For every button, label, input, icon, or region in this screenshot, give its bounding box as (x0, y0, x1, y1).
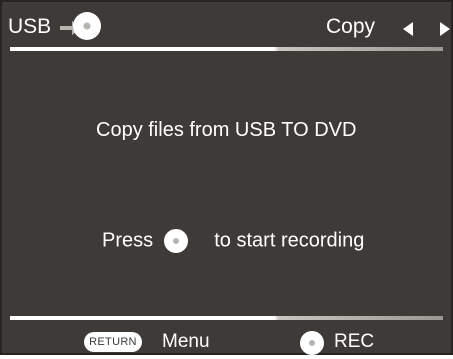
instruction-message: Copy files from USB TO DVD (96, 119, 357, 141)
triangle-right-icon[interactable] (438, 21, 452, 37)
press-prefix: Press (102, 229, 154, 252)
triangle-left-icon[interactable] (401, 21, 415, 37)
mode-label: Copy (326, 15, 376, 38)
return-button[interactable]: RETURN (84, 332, 142, 352)
copy-screen: USB Copy Copy files from USB TO DVD Pres… (0, 0, 453, 355)
source-label: USB (8, 15, 52, 38)
rec-label: REC (334, 331, 375, 352)
press-suffix: to start recording (214, 229, 365, 252)
press-instruction: Press to start recording (102, 227, 364, 253)
menu-label: Menu (162, 331, 210, 352)
disc-icon (73, 12, 101, 40)
footer-divider (10, 316, 443, 320)
record-button-icon (163, 228, 188, 253)
rec-button-icon[interactable] (299, 330, 325, 356)
header-divider (10, 47, 443, 51)
